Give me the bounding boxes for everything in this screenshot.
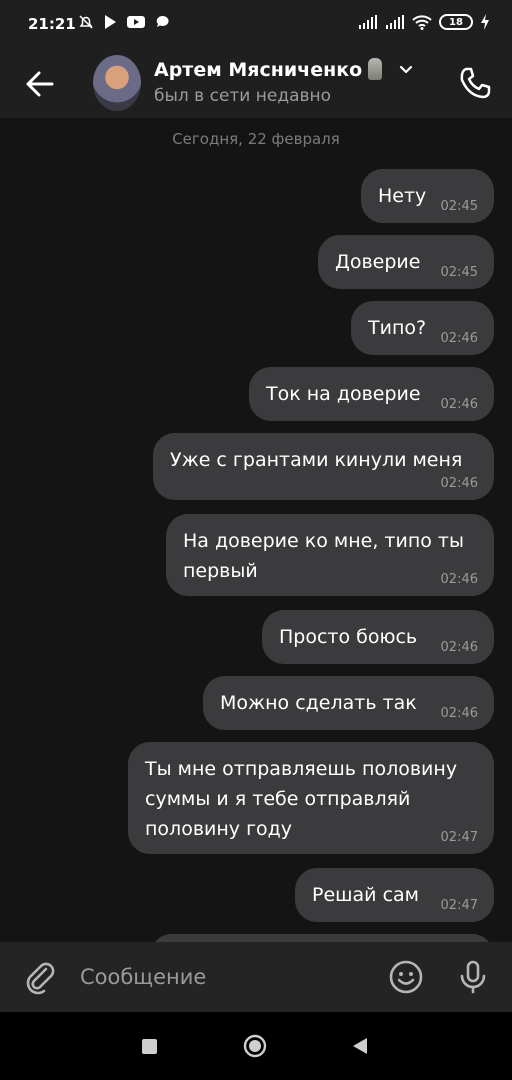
message-time: 02:46 — [440, 572, 478, 587]
message-time: 02:46 — [440, 397, 478, 412]
contact-status: был в сети недавно — [154, 86, 332, 106]
message-time: 02:46 — [440, 331, 478, 346]
message-bubble[interactable]: Ты мне отправляешь половину суммы и я те… — [128, 742, 494, 854]
chat-header: Артем Мясниченко был в сети недавно — [0, 50, 512, 118]
message-input-bar — [0, 942, 512, 1012]
message-text: Можно сделать так — [220, 692, 417, 714]
message-time: 02:45 — [440, 265, 478, 280]
moai-emoji-icon — [368, 58, 383, 80]
message-bubble[interactable]: Можно сделать так 02:46 — [203, 676, 494, 730]
avatar[interactable] — [93, 55, 141, 111]
date-separator: Сегодня, 22 февраля — [172, 130, 340, 148]
contact-name[interactable]: Артем Мясниченко — [154, 59, 362, 81]
wifi-icon — [412, 15, 432, 30]
battery-indicator: 18 — [439, 14, 473, 30]
message-time: 02:47 — [440, 898, 478, 913]
recent-apps-icon[interactable] — [142, 1039, 157, 1054]
message-time: 02:46 — [440, 476, 478, 491]
home-icon[interactable] — [243, 1034, 267, 1058]
message-bubble[interactable]: Доверие 02:45 — [318, 235, 494, 289]
message-text: Нету — [378, 185, 427, 207]
message-bubble[interactable]: Типо? 02:46 — [351, 301, 494, 355]
message-text: Просто боюсь — [279, 626, 418, 648]
phone-icon[interactable] — [455, 63, 495, 103]
message-text: Уже с грантами кинули меня — [170, 449, 463, 471]
message-bubble[interactable]: Уже с грантами кинули меня 02:46 — [153, 433, 494, 500]
chevron-down-icon[interactable] — [398, 62, 414, 78]
microphone-icon[interactable] — [455, 959, 491, 995]
paperclip-icon[interactable] — [22, 959, 58, 995]
message-text: Ты мне отправляешь половину суммы и я те… — [145, 758, 458, 840]
message-text: Доверие — [335, 251, 421, 273]
nav-back-icon[interactable] — [350, 1036, 370, 1056]
message-bubble[interactable]: Нету 02:45 — [361, 169, 494, 223]
message-bubble-partial[interactable] — [150, 934, 494, 942]
chat-area[interactable]: Сегодня, 22 февраля Нету 02:45 Доверие 0… — [0, 118, 512, 942]
charging-icon — [481, 14, 489, 30]
message-bubble[interactable]: Ток на доверие 02:46 — [249, 367, 494, 421]
message-text: На доверие ко мне, типо ты первый — [183, 530, 464, 582]
signal-icon — [359, 15, 377, 29]
message-time: 02:46 — [440, 640, 478, 655]
system-nav-bar — [0, 1012, 512, 1080]
message-text: Ток на доверие — [266, 383, 421, 405]
message-time: 02:46 — [440, 706, 478, 721]
message-icon — [156, 15, 169, 27]
message-time: 02:45 — [440, 199, 478, 214]
status-time: 21:21 — [28, 15, 76, 33]
play-icon — [105, 15, 116, 29]
back-arrow-icon[interactable] — [20, 64, 60, 104]
message-input[interactable] — [80, 962, 370, 992]
bell-off-icon — [79, 15, 93, 29]
youtube-icon — [127, 16, 145, 28]
message-text: Решай сам — [312, 884, 419, 906]
message-bubble[interactable]: На доверие ко мне, типо ты первый 02:46 — [166, 514, 494, 596]
message-bubble[interactable]: Просто боюсь 02:46 — [262, 610, 494, 664]
signal-icon — [386, 15, 404, 29]
status-bar: 21:21 18 — [0, 0, 512, 50]
message-time: 02:47 — [440, 830, 478, 845]
message-bubble[interactable]: Решай сам 02:47 — [295, 868, 494, 922]
emoji-icon[interactable] — [388, 959, 424, 995]
message-text: Типо? — [368, 317, 427, 339]
